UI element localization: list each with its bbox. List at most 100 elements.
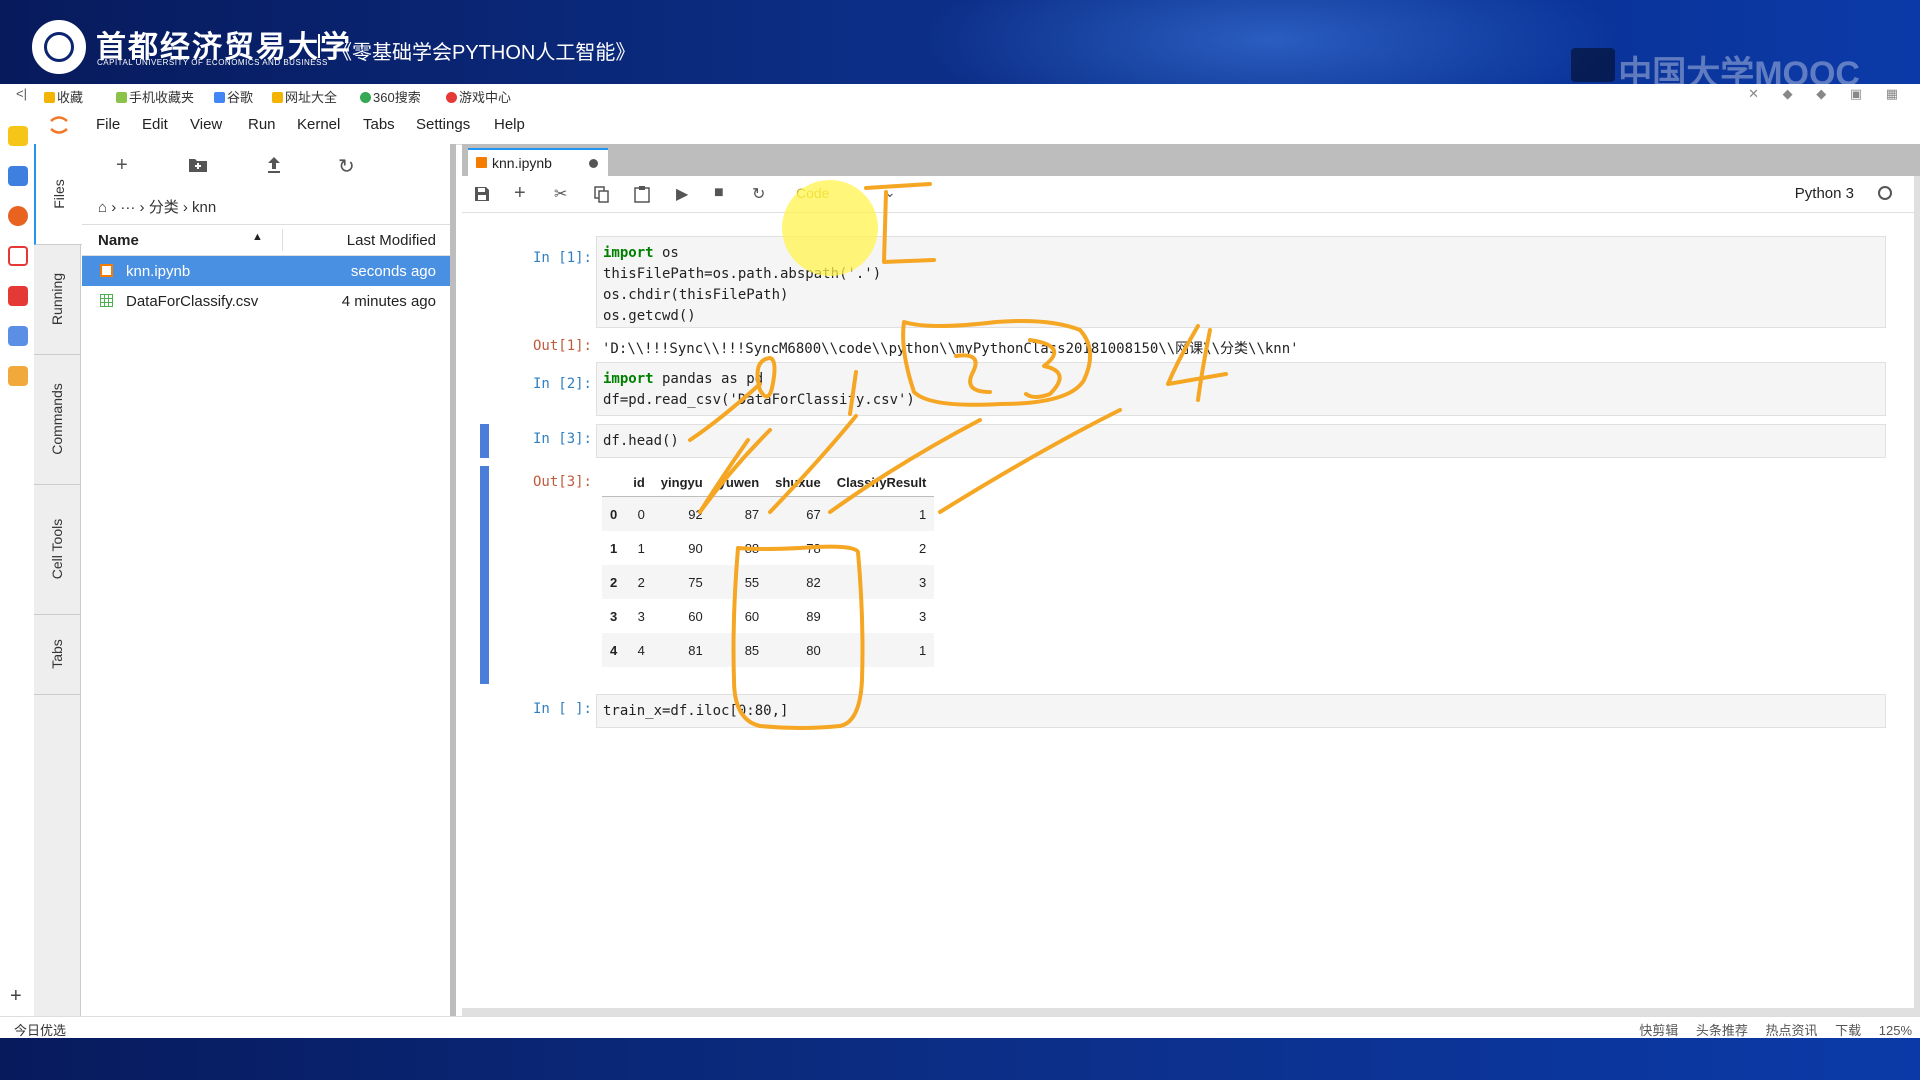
row-index: 0	[610, 506, 618, 522]
tab-files[interactable]: Files	[34, 144, 82, 245]
bookmark-360-search[interactable]: 360搜索	[360, 87, 421, 106]
restart-icon[interactable]: ↻	[752, 184, 765, 204]
refresh-icon[interactable]: ↻	[338, 154, 355, 179]
browser-status-bar: 今日优选 快剪辑 头条推荐 热点资讯 下载 125%	[0, 1016, 1920, 1039]
bookmark-google[interactable]: 谷歌	[214, 87, 253, 106]
column-divider	[282, 229, 283, 251]
table-cell: 80	[806, 642, 821, 658]
file-browser-toolbar: + ↻	[82, 144, 450, 188]
new-folder-icon[interactable]	[188, 157, 208, 173]
status-item[interactable]: 下载	[1835, 1023, 1861, 1038]
cell-type-select[interactable]: Code	[796, 185, 829, 201]
menu-tabs[interactable]: Tabs	[363, 116, 395, 133]
new-launcher-icon[interactable]: +	[116, 154, 128, 177]
spreadsheet-icon	[100, 294, 113, 307]
cut-icon[interactable]: ✂	[554, 184, 567, 204]
mail-icon[interactable]	[8, 246, 28, 266]
code-cell-2[interactable]: In [2]: import pandas as pd df=pd.read_c…	[480, 362, 1908, 422]
unsaved-dot-icon[interactable]	[589, 159, 598, 168]
game-icon	[446, 92, 457, 103]
menu-run[interactable]: Run	[248, 116, 276, 133]
input-prompt: In [ ]:	[532, 701, 592, 717]
copy-icon[interactable]	[594, 186, 610, 203]
bookmark-directory[interactable]: 网址大全	[272, 87, 337, 106]
breadcrumb-path[interactable]: › ··· › 分类 › knn	[111, 199, 216, 216]
menu-view[interactable]: View	[190, 116, 222, 133]
document-icon[interactable]	[8, 326, 28, 346]
notebook-icon	[476, 157, 487, 168]
cell-input-editor[interactable]: train_x=df.iloc[0:80,]	[596, 694, 1886, 728]
jupyter-logo-icon	[50, 116, 68, 134]
output-prompt: Out[3]:	[532, 474, 592, 490]
column-name[interactable]: Name	[98, 232, 139, 249]
tab-cell-tools[interactable]: Cell Tools	[34, 484, 80, 615]
bookmark-games[interactable]: 游戏中心	[446, 87, 511, 106]
save-icon[interactable]	[474, 186, 490, 202]
status-right-items: 快剪辑 头条推荐 热点资讯 下载 125%	[1639, 1020, 1912, 1039]
insert-cell-icon[interactable]: +	[514, 182, 526, 205]
search-icon	[360, 92, 371, 103]
paste-icon[interactable]	[634, 185, 650, 203]
table-cell: 89	[806, 608, 821, 624]
phone-icon	[116, 92, 127, 103]
column-header: ClassifyResult	[828, 468, 935, 497]
cell-input-editor[interactable]: import os thisFilePath=os.path.abspath('…	[596, 236, 1886, 328]
menu-bar: File Edit View Run Kernel Tabs Settings …	[34, 106, 1920, 145]
code-line: train_x=df.iloc[0:80,]	[603, 703, 789, 719]
column-last-modified[interactable]: Last Modified	[347, 232, 436, 249]
column-header: shuxue	[767, 468, 829, 497]
bookmark-mobile[interactable]: 手机收藏夹	[116, 87, 194, 106]
upload-icon[interactable]	[266, 156, 282, 174]
file-row-dataforclassify-csv[interactable]: DataForClassify.csv 4 minutes ago	[82, 286, 450, 316]
add-panel-icon[interactable]: +	[10, 985, 22, 1008]
menu-settings[interactable]: Settings	[416, 116, 470, 133]
zoom-level[interactable]: 125%	[1879, 1023, 1912, 1038]
browser-sidebar: +	[0, 106, 35, 1016]
menu-edit[interactable]: Edit	[142, 116, 168, 133]
left-sidebar-tabs: Files Running Commands Cell Tools Tabs	[34, 144, 82, 1016]
tab-title: knn.ipynb	[492, 155, 552, 171]
tab-commands[interactable]: Commands	[34, 354, 80, 485]
university-english-name: CAPITAL UNIVERSITY OF ECONOMICS AND BUSI…	[97, 58, 328, 67]
input-collapser[interactable]	[480, 424, 489, 458]
table-cell: 67	[806, 506, 821, 522]
home-icon[interactable]: ⌂	[98, 199, 107, 216]
table-cell: 90	[688, 540, 703, 556]
browser-extension-icons[interactable]: ✕ ◆ ◆ ▣ ▦	[1748, 86, 1908, 102]
menu-help[interactable]: Help	[494, 116, 525, 133]
menu-kernel[interactable]: Kernel	[297, 116, 340, 133]
kernel-name[interactable]: Python 3	[1795, 185, 1854, 202]
status-item[interactable]: 热点资讯	[1765, 1023, 1817, 1038]
game-controller-icon[interactable]	[8, 286, 28, 306]
course-title: 《零基础学会PYTHON人工智能》	[332, 42, 636, 64]
notes-icon[interactable]	[8, 366, 28, 386]
sort-ascending-icon[interactable]: ▲	[252, 231, 263, 243]
status-item[interactable]: 快剪辑	[1639, 1023, 1678, 1038]
cell-input-editor[interactable]: import pandas as pd df=pd.read_csv('Data…	[596, 362, 1886, 416]
stop-icon[interactable]: ■	[714, 184, 724, 202]
file-row-knn-ipynb[interactable]: knn.ipynb seconds ago	[82, 256, 450, 286]
table-row: 0 0 92 87 67 1	[602, 496, 935, 531]
run-icon[interactable]: ▶	[676, 184, 688, 204]
cell-input-editor[interactable]: df.head()	[596, 424, 1886, 458]
tab-tabs[interactable]: Tabs	[34, 614, 80, 695]
collapse-arrow-icon[interactable]: <|	[16, 86, 27, 101]
code-cell-4[interactable]: In [ ]: train_x=df.iloc[0:80,]	[480, 694, 1908, 730]
output-collapser[interactable]	[480, 466, 489, 684]
status-left-text[interactable]: 今日优选	[14, 1020, 66, 1039]
menu-file[interactable]: File	[96, 116, 120, 133]
table-cell: 4	[637, 642, 645, 658]
list-icon[interactable]	[8, 166, 28, 186]
status-item[interactable]: 头条推荐	[1696, 1023, 1748, 1038]
banner-divider	[318, 34, 320, 58]
chevron-down-icon[interactable]: ⌄	[884, 184, 896, 201]
bookmark-favorites[interactable]: 收藏	[44, 87, 83, 106]
banner-glow	[920, 0, 1620, 84]
code-cell-3[interactable]: In [3]: df.head() Out[3]: id yingyu yuwe…	[480, 424, 1908, 684]
tab-knn-ipynb[interactable]: knn.ipynb	[468, 148, 608, 176]
table-row: 3 3 60 60 89 3	[602, 599, 934, 633]
favorites-star-icon[interactable]	[8, 126, 28, 146]
table-cell: 60	[744, 608, 760, 624]
tab-running[interactable]: Running	[34, 244, 80, 355]
weibo-icon[interactable]	[8, 206, 28, 226]
